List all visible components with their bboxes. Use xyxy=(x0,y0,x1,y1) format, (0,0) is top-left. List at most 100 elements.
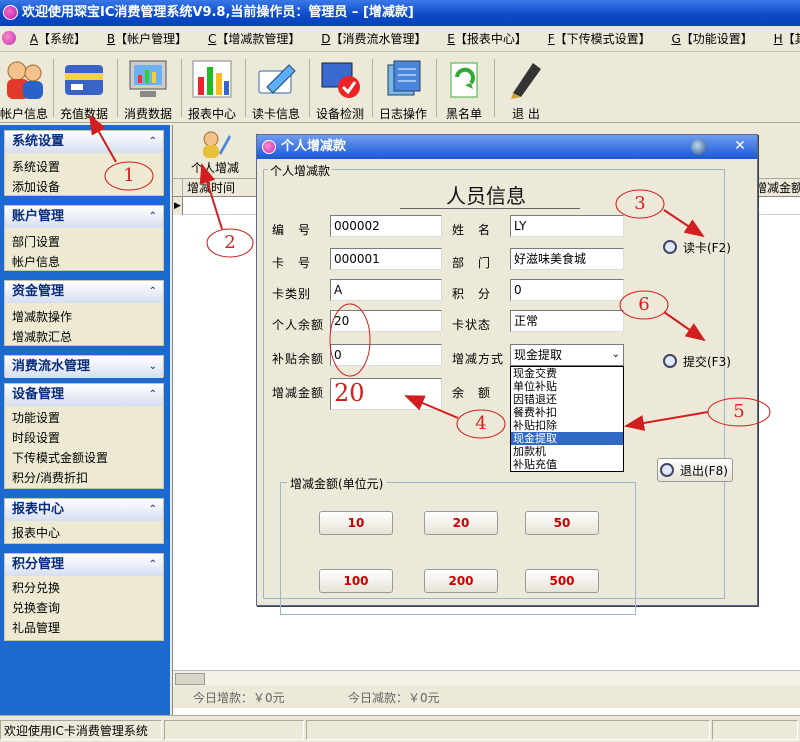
close-icon[interactable]: ✕ xyxy=(729,137,751,155)
collapse-icon[interactable]: ⌃ xyxy=(149,206,157,228)
sidebar-item-department-settings[interactable]: 部门设置 xyxy=(5,232,163,252)
recharge-icon xyxy=(61,57,107,101)
method-option[interactable]: 因错退还 xyxy=(511,393,623,406)
card-type-field[interactable]: A xyxy=(330,279,442,301)
sidebar-item-account-info[interactable]: 帐户信息 xyxy=(5,252,163,272)
department-field[interactable]: 好滋味美食城 xyxy=(510,248,624,270)
collapse-icon[interactable]: ⌃ xyxy=(149,131,157,153)
sidebar-item-redeem-query[interactable]: 兑换查询 xyxy=(5,598,163,618)
amount-input[interactable]: 20 xyxy=(330,378,442,410)
method-option[interactable]: 加款机 xyxy=(511,445,623,458)
name-field[interactable]: LY xyxy=(510,215,624,237)
expand-icon[interactable]: ⌄ xyxy=(149,356,157,378)
exit-button[interactable]: 退出(F8) xyxy=(657,458,733,482)
subsidy-balance-field[interactable]: 0 xyxy=(330,344,442,366)
fieldset-legend: 个人增减款 xyxy=(268,162,333,179)
method-select[interactable]: 现金提取 ⌄ xyxy=(510,344,624,366)
toolbar-blacklist[interactable]: 黑名单 xyxy=(439,55,489,121)
card-number-field[interactable]: 000001 xyxy=(330,248,442,270)
sidebar-item-points-discount[interactable]: 积分/消费折扣 xyxy=(5,468,163,488)
label-remain: 余 额 xyxy=(452,386,492,400)
sidebar-group-points: 积分管理 ⌃ 积分兑换 兑换查询 礼品管理 xyxy=(4,553,164,641)
menu-account[interactable]: B【帐户管理】 xyxy=(99,26,196,51)
id-field[interactable]: 000002 xyxy=(330,215,442,237)
bar-chart-icon xyxy=(189,57,235,101)
annotation-label: 6 xyxy=(638,294,650,315)
chevron-down-icon[interactable]: ⌄ xyxy=(612,345,620,365)
toolbar-separator xyxy=(181,59,182,117)
collapse-icon[interactable]: ⌃ xyxy=(149,499,157,521)
toolbar-read-card-info[interactable]: 读卡信息 xyxy=(248,55,304,121)
sidebar-group-header[interactable]: 报表中心 ⌃ xyxy=(5,499,163,521)
menu-other-tools[interactable]: H【其他工具】 xyxy=(766,26,800,51)
toolbar-log-operation[interactable]: 日志操作 xyxy=(375,55,431,121)
toolbar-report-center[interactable]: 报表中心 xyxy=(184,55,240,121)
column-adjust-amount[interactable]: 增减金额 xyxy=(751,179,800,197)
sidebar-item-gift-management[interactable]: 礼品管理 xyxy=(5,618,163,638)
status-panel xyxy=(712,720,798,740)
sidebar-group-header[interactable]: 设备管理 ⌃ xyxy=(5,384,163,406)
sidebar-item-adjust-summary[interactable]: 增减款汇总 xyxy=(5,327,163,347)
toolbar-separator xyxy=(372,59,373,117)
label-id: 编 号 xyxy=(272,223,312,237)
collapse-icon[interactable]: ⌃ xyxy=(149,384,157,406)
toolbar-exit[interactable]: 退 出 xyxy=(500,55,552,121)
method-option[interactable]: 餐费补扣 xyxy=(511,406,623,419)
menu-consumption-log[interactable]: D【消费流水管理】 xyxy=(313,26,435,51)
amount-50-button[interactable]: 50 xyxy=(525,511,599,535)
menu-reports[interactable]: E【报表中心】 xyxy=(439,26,536,51)
submit-button[interactable]: 提交(F3) xyxy=(661,350,731,374)
main-toolbar: 帐户信息 充值数据 消费数据 报表中心 读卡信息 设备检测 日志操作 黑名单 退… xyxy=(0,53,800,123)
toolbar-device-check[interactable]: 设备检测 xyxy=(312,55,368,121)
label-balance: 个人余额 xyxy=(272,318,325,332)
sidebar-item-adjust-operation[interactable]: 增减款操作 xyxy=(5,307,163,327)
sidebar-item-download-amount[interactable]: 下传模式金额设置 xyxy=(5,448,163,468)
magnifier-icon xyxy=(663,354,677,368)
horizontal-scrollbar[interactable] xyxy=(173,670,800,686)
amount-10-button[interactable]: 10 xyxy=(319,511,393,535)
pen-exit-icon xyxy=(503,57,549,101)
sidebar-group-header[interactable]: 资金管理 ⌃ xyxy=(5,281,163,303)
read-card-button[interactable]: 读卡(F2) xyxy=(661,236,731,260)
sidebar-item-report-center[interactable]: 报表中心 xyxy=(5,523,163,543)
toolbar-separator xyxy=(117,59,118,117)
amount-20-button[interactable]: 20 xyxy=(424,511,498,535)
sidebar-item-points-redeem[interactable]: 积分兑换 xyxy=(5,578,163,598)
menu-functions[interactable]: G【功能设置】 xyxy=(663,26,761,51)
sidebar-item-time-settings[interactable]: 时段设置 xyxy=(5,428,163,448)
points-field[interactable]: 0 xyxy=(510,279,624,301)
method-option[interactable]: 现金提取 xyxy=(511,432,623,445)
method-option[interactable]: 单位补贴 xyxy=(511,380,623,393)
toolbar-recharge-data[interactable]: 充值数据 xyxy=(56,55,112,121)
balance-field[interactable]: 20 xyxy=(330,310,442,332)
menu-system[interactable]: A【系统】 xyxy=(22,26,95,51)
sidebar-item-system-settings[interactable]: 系统设置 xyxy=(5,157,163,177)
dialog-title-bar[interactable]: 个人增减款 ✕ xyxy=(257,135,757,159)
method-option[interactable]: 补贴充值 xyxy=(511,458,623,471)
scroll-thumb[interactable] xyxy=(175,673,205,685)
help-icon[interactable] xyxy=(691,139,707,155)
menu-adjust-funds[interactable]: C【增减款管理】 xyxy=(200,26,309,51)
sidebar-group-header[interactable]: 账户管理 ⌃ xyxy=(5,206,163,228)
amount-200-button[interactable]: 200 xyxy=(424,569,498,593)
method-option[interactable]: 现金交费 xyxy=(511,367,623,380)
today-sub-amount: 今日减款：￥0元 xyxy=(348,691,440,705)
menu-download-mode[interactable]: F【下传模式设置】 xyxy=(540,26,660,51)
sidebar-group-header[interactable]: 系统设置 ⌃ xyxy=(5,131,163,153)
card-status-field[interactable]: 正常 xyxy=(510,310,624,332)
toolbar-account-info[interactable]: 帐户信息 xyxy=(0,55,48,121)
method-dropdown-list: 现金交费 单位补贴 因错退还 餐费补扣 补贴扣除 现金提取 加款机 补贴充值 xyxy=(510,366,624,472)
sidebar-item-add-device[interactable]: 添加设备 xyxy=(5,177,163,197)
personal-adjust-button[interactable]: 个人增减 xyxy=(185,129,245,175)
toolbar-consumption-data[interactable]: 消费数据 xyxy=(120,55,176,121)
collapse-icon[interactable]: ⌃ xyxy=(149,281,157,303)
sidebar-group-header[interactable]: 积分管理 ⌃ xyxy=(5,554,163,576)
column-adjust-time[interactable]: 增减时间 xyxy=(183,179,263,197)
sidebar-item-function-settings[interactable]: 功能设置 xyxy=(5,408,163,428)
annotation-label: 4 xyxy=(475,413,487,434)
amount-500-button[interactable]: 500 xyxy=(525,569,599,593)
amount-100-button[interactable]: 100 xyxy=(319,569,393,593)
method-option[interactable]: 补贴扣除 xyxy=(511,419,623,432)
sidebar-group-header[interactable]: 消费流水管理 ⌄ xyxy=(5,356,163,378)
collapse-icon[interactable]: ⌃ xyxy=(149,554,157,576)
